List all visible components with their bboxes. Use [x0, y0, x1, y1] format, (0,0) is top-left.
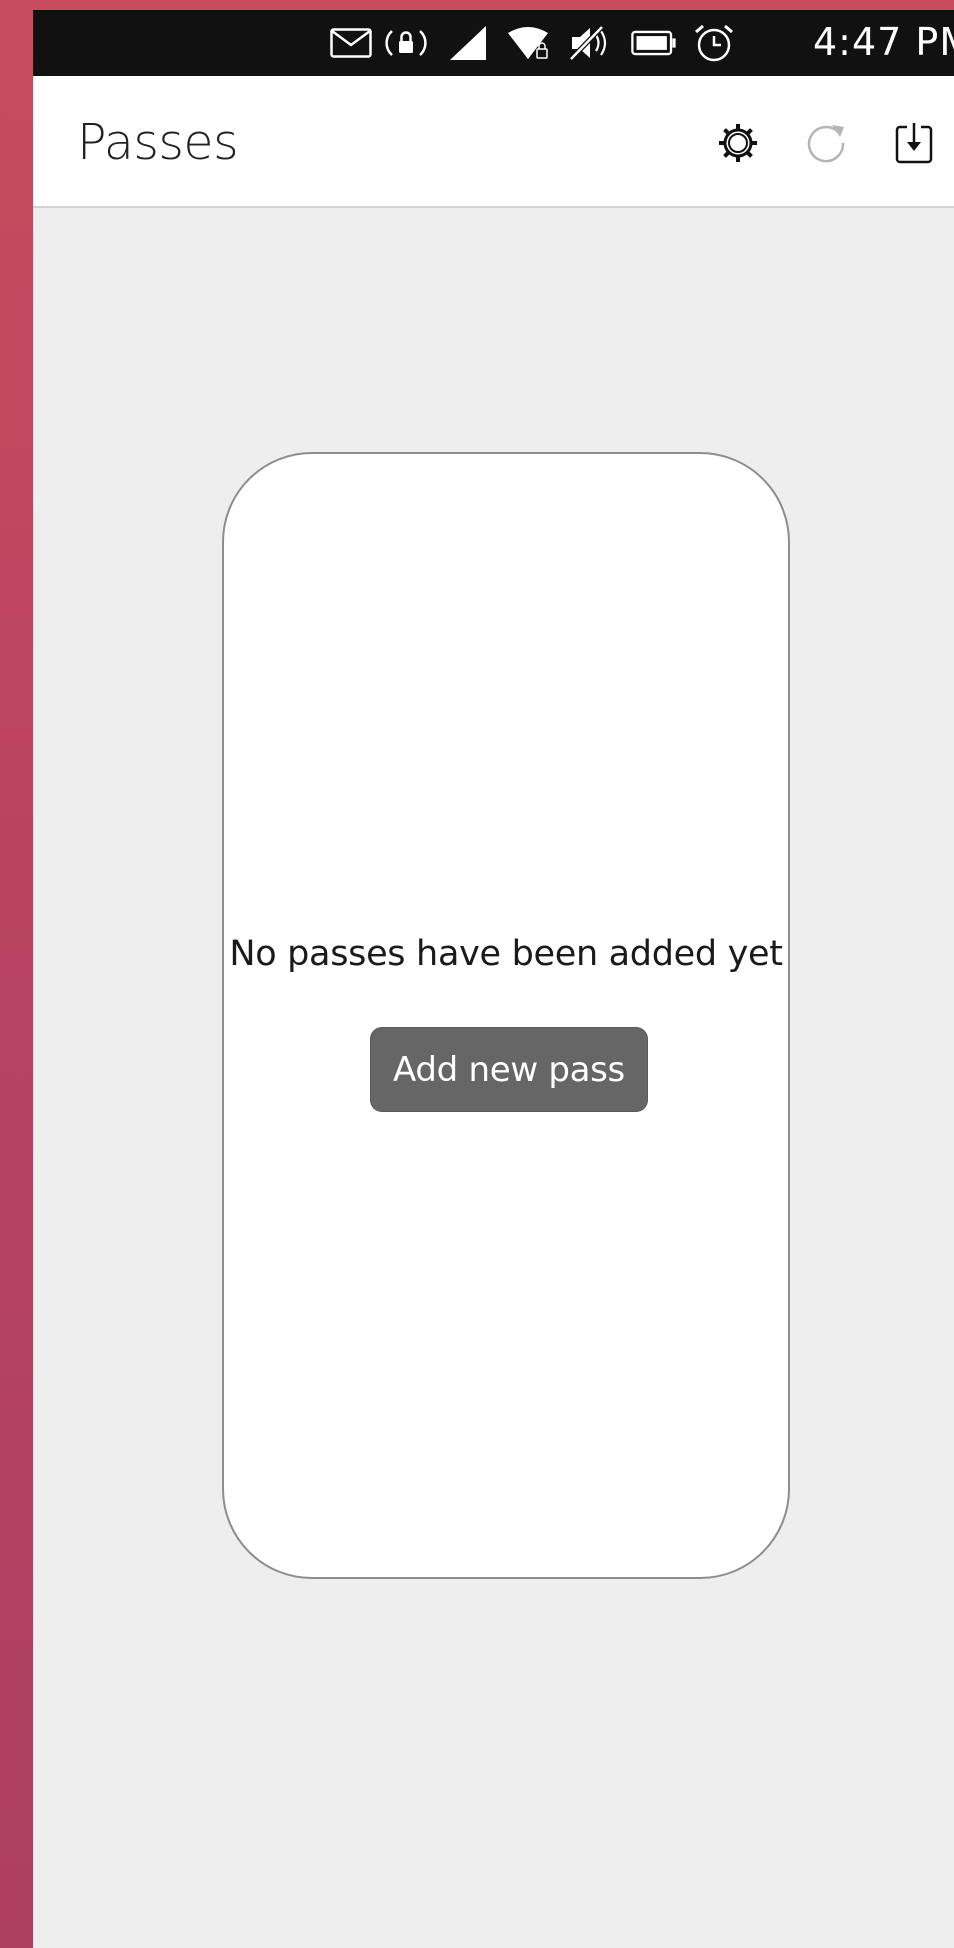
battery-icon — [631, 23, 677, 63]
page-title: Passes — [77, 114, 239, 171]
clock: 4:47 PM — [813, 20, 954, 64]
import-button[interactable] — [889, 120, 939, 170]
empty-state-card: No passes have been added yet Add new pa… — [222, 452, 790, 1579]
signal-icon — [445, 23, 491, 63]
rotation-lock-icon — [383, 23, 429, 63]
app-window: 4:47 PM Passes — [33, 10, 954, 1948]
mail-icon — [328, 23, 374, 63]
sound-muted-icon — [566, 23, 612, 63]
refresh-icon — [804, 121, 848, 169]
add-new-pass-button[interactable]: Add new pass — [370, 1027, 648, 1112]
wifi-icon — [505, 23, 551, 63]
settings-icon — [717, 122, 759, 168]
status-bar: 4:47 PM — [33, 10, 954, 76]
refresh-button[interactable] — [801, 120, 851, 170]
alarm-icon — [691, 23, 737, 63]
header-bar: Passes — [33, 76, 954, 208]
import-icon — [894, 121, 934, 169]
settings-button[interactable] — [713, 120, 763, 170]
empty-state-message: No passes have been added yet — [229, 934, 783, 974]
